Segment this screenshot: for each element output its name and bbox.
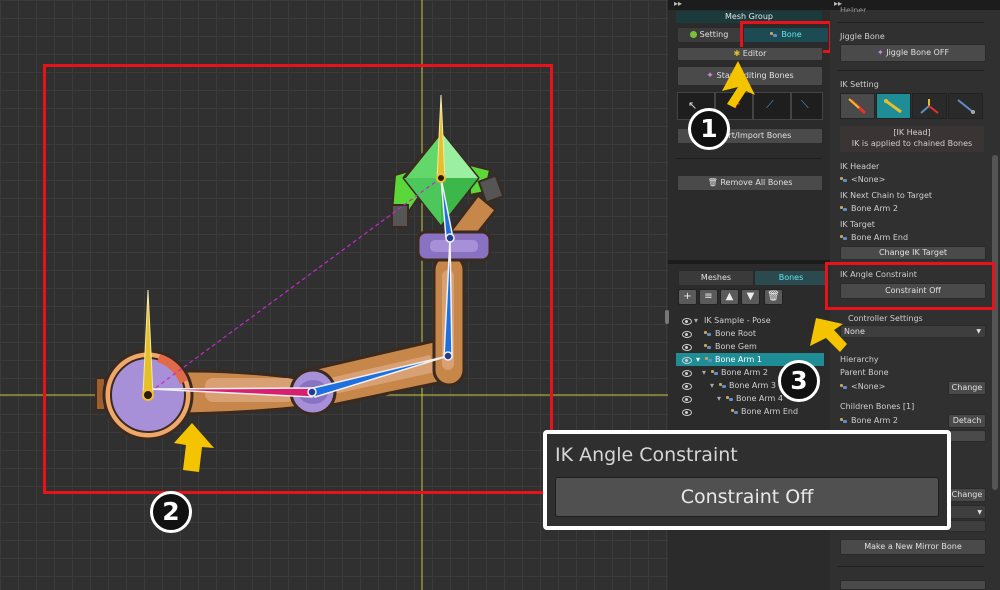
callout-arrow-1 xyxy=(722,61,755,108)
callout-badge-3: 3 xyxy=(778,360,820,402)
callout-badge-1: 1 xyxy=(688,108,730,150)
callout-arrow-2 xyxy=(174,423,214,472)
annotation-arrows xyxy=(174,61,847,472)
callout-badge-2: 2 xyxy=(150,491,192,533)
callout-arrow-3 xyxy=(810,318,847,352)
